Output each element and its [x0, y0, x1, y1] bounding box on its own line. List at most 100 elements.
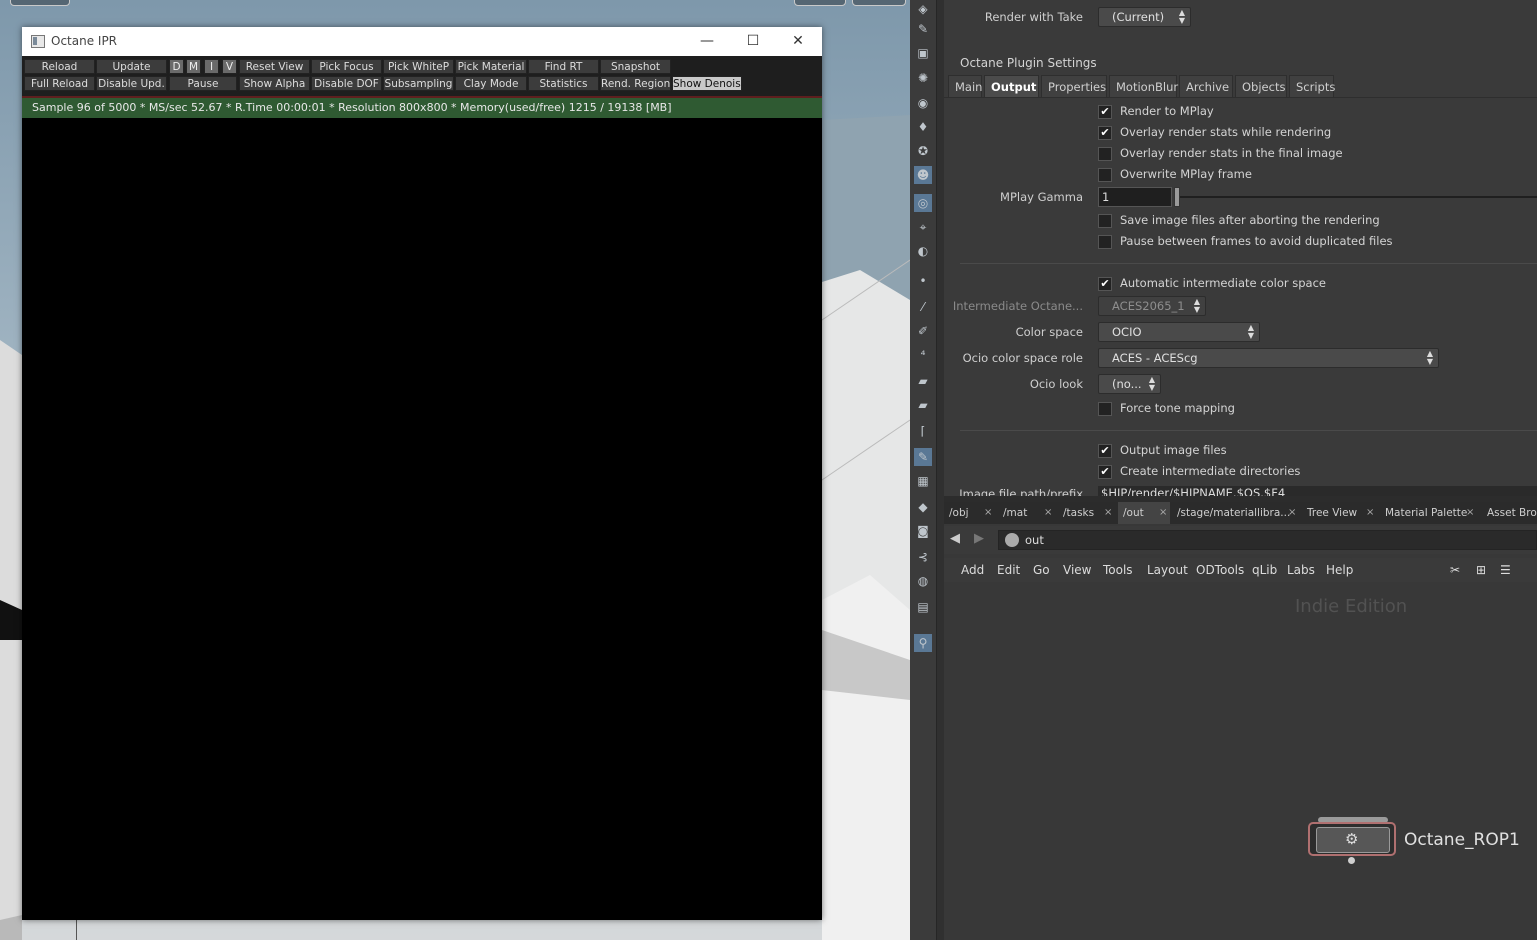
pin-icon[interactable]: ⚲	[914, 634, 932, 652]
node-output-connector[interactable]	[1348, 857, 1355, 864]
sphere-icon[interactable]: ◉	[914, 94, 932, 112]
render-with-take-dropdown[interactable]: (Current) ▲ ▼	[1098, 7, 1191, 27]
ipr-title-bar[interactable]: Octane IPR — ☐ ✕	[22, 27, 822, 56]
v-toggle[interactable]: V	[222, 59, 237, 74]
d-toggle[interactable]: D	[169, 59, 184, 74]
tab-main[interactable]: Main	[948, 75, 982, 97]
close-tab-icon[interactable]: ×	[1104, 502, 1112, 524]
mplay-gamma-slider-track[interactable]	[1176, 196, 1537, 198]
checkbox-unchecked[interactable]	[1098, 401, 1112, 416]
mplay-gamma-input[interactable]: 1	[1098, 187, 1172, 207]
find-rt-button[interactable]: Find RT	[528, 59, 599, 74]
reload-button[interactable]: Reload	[24, 59, 95, 74]
save-after-abort-row[interactable]: Save image files after aborting the rend…	[1098, 212, 1380, 228]
output-image-files-row[interactable]: ✔ Output image files	[1098, 442, 1227, 458]
maximize-button[interactable]: ☐	[731, 29, 775, 53]
menu-labs[interactable]: Labs	[1287, 558, 1315, 582]
overwrite-mplay-row[interactable]: Overwrite MPlay frame	[1098, 166, 1252, 182]
bulb-icon[interactable]: ♦	[914, 118, 932, 136]
mplay-gamma-slider-handle[interactable]	[1174, 187, 1180, 207]
light-icon[interactable]: ✺	[914, 69, 932, 87]
pause-button[interactable]: Pause	[169, 76, 237, 91]
cage-icon[interactable]: ◙	[914, 522, 932, 540]
viewport-button[interactable]	[794, 0, 846, 6]
sculpt-icon[interactable]: ✎	[914, 448, 932, 466]
pane-tab-mat[interactable]: /mat ×	[998, 502, 1056, 524]
image-path-input[interactable]: $HIP/render/$HIPNAME.$OS.$F4	[1098, 486, 1537, 496]
auto-color-space-row[interactable]: ✔ Automatic intermediate color space	[1098, 275, 1326, 291]
point-light-icon[interactable]: ✪	[914, 142, 932, 160]
ocio-role-dropdown[interactable]: ACES - ACEScg ▲ ▼	[1098, 348, 1439, 368]
pane-tab-tree-view[interactable]: Tree View ×	[1302, 502, 1376, 524]
diamond-icon[interactable]: ◆	[914, 498, 932, 516]
viewport-button[interactable]	[10, 0, 70, 6]
octane-rop-node[interactable]: ⚙	[1308, 822, 1396, 856]
menu-add[interactable]: Add	[961, 558, 984, 582]
render-to-mplay-row[interactable]: ✔ Render to MPlay	[1098, 103, 1214, 119]
force-tone-mapping-row[interactable]: Force tone mapping	[1098, 400, 1235, 416]
close-tab-icon[interactable]: ×	[1366, 502, 1374, 524]
wrench-icon[interactable]: ✂	[1450, 558, 1460, 582]
show-denoise-button[interactable]: Show Denoise	[672, 76, 742, 91]
checkbox-checked[interactable]: ✔	[1098, 464, 1112, 479]
minimize-button[interactable]: —	[685, 29, 729, 53]
network-editor[interactable]: /obj × /mat × /tasks × /out × /stage/materia…	[944, 502, 1537, 940]
intermediate-octane-dropdown[interactable]: ACES2065_1 ▲ ▼	[1098, 296, 1206, 316]
pane-tab-stage[interactable]: /stage/materiallibra... ×	[1172, 502, 1298, 524]
camera-icon[interactable]: ◎	[914, 194, 932, 212]
menu-edit[interactable]: Edit	[997, 558, 1020, 582]
pause-between-frames-row[interactable]: Pause between frames to avoid duplicated…	[1098, 233, 1393, 249]
list-icon[interactable]: ☰	[1500, 558, 1511, 582]
disable-dof-button[interactable]: Disable DOF	[311, 76, 382, 91]
checkbox-unchecked[interactable]	[1098, 167, 1112, 182]
overlay-stats-final-row[interactable]: Overlay render stats in the final image	[1098, 145, 1343, 161]
clay-mode-button[interactable]: Clay Mode	[455, 76, 527, 91]
close-tab-icon[interactable]: ×	[1288, 502, 1296, 524]
tab-properties[interactable]: Properties	[1041, 75, 1107, 97]
tab-motionblur[interactable]: MotionBlur	[1109, 75, 1178, 97]
rend-region-button[interactable]: Rend. Region	[600, 76, 671, 91]
checkbox-unchecked[interactable]	[1098, 213, 1112, 228]
checkbox-checked[interactable]: ✔	[1098, 276, 1112, 291]
i-toggle[interactable]: I	[204, 59, 219, 74]
close-tab-icon[interactable]: ×	[1044, 502, 1052, 524]
brush-icon[interactable]: ⁄	[914, 298, 932, 316]
checkbox-checked[interactable]: ✔	[1098, 104, 1112, 119]
skeleton-icon[interactable]: ⊰	[914, 548, 932, 566]
back-arrow-icon[interactable]: ◀	[950, 531, 960, 546]
pick-whitep-button[interactable]: Pick WhiteP	[383, 59, 454, 74]
menu-tools[interactable]: Tools	[1103, 558, 1133, 582]
pick-material-button[interactable]: Pick Material	[455, 59, 527, 74]
paint-number-icon[interactable]: ▰	[914, 396, 932, 414]
menu-odtools[interactable]: ODTools	[1196, 558, 1244, 582]
menu-qlib[interactable]: qLib	[1252, 558, 1277, 582]
checkbox-checked[interactable]: ✔	[1098, 125, 1112, 140]
checkbox-checked[interactable]: ✔	[1098, 443, 1112, 458]
pane-tab-obj[interactable]: /obj ×	[944, 502, 996, 524]
close-button[interactable]: ✕	[776, 29, 820, 53]
show-alpha-button[interactable]: Show Alpha	[239, 76, 310, 91]
tab-scripts[interactable]: Scripts	[1289, 75, 1335, 97]
pane-tab-out[interactable]: /out ×	[1118, 502, 1170, 524]
viewport-button[interactable]	[852, 0, 906, 6]
lock-icon[interactable]: ▣	[914, 44, 932, 62]
pose-icon[interactable]: ✎	[914, 20, 932, 38]
color-space-dropdown[interactable]: OCIO ▲ ▼	[1098, 322, 1260, 342]
menu-view[interactable]: View	[1063, 558, 1091, 582]
circle-button-icon[interactable]: ◍	[914, 572, 932, 590]
paint-icon[interactable]: ▰	[914, 372, 932, 390]
overlay-stats-rendering-row[interactable]: ✔ Overlay render stats while rendering	[1098, 124, 1331, 140]
tree-icon[interactable]: ⊞	[1476, 558, 1486, 582]
snapshot-button[interactable]: Snapshot	[600, 59, 671, 74]
menu-layout[interactable]: Layout	[1147, 558, 1188, 582]
menu-go[interactable]: Go	[1033, 558, 1050, 582]
forward-arrow-icon[interactable]: ▶	[974, 531, 984, 546]
tab-archive[interactable]: Archive	[1179, 75, 1233, 97]
statistics-button[interactable]: Statistics	[528, 76, 599, 91]
close-tab-icon[interactable]: ×	[1159, 502, 1167, 524]
stamp-icon[interactable]: ▤	[914, 598, 932, 616]
pick-focus-button[interactable]: Pick Focus	[311, 59, 382, 74]
handle-icon[interactable]: ⌖	[914, 218, 932, 236]
close-tab-icon[interactable]: ×	[984, 502, 992, 524]
pane-tab-tasks[interactable]: /tasks ×	[1058, 502, 1116, 524]
